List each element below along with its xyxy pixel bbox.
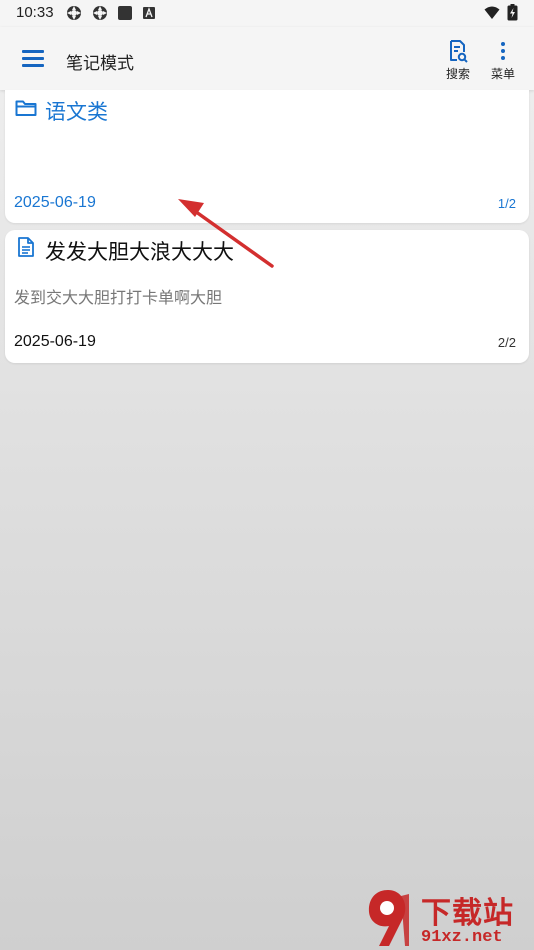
more-vert-icon [501,42,505,60]
card-excerpt: 发到交大大胆打打卡单啊大胆 [14,290,223,307]
card-page-indicator: 2/2 [497,335,516,350]
watermark-url: 91xz.net [421,928,503,947]
a-badge-icon [143,7,155,19]
search-button[interactable]: 搜索 [438,39,478,82]
sync-icon [93,6,107,20]
watermark: 下载站 91xz.net [363,888,534,950]
card-date: 2025-06-19 [14,333,96,350]
app-bar: 笔记模式 搜索 菜单 [0,27,534,90]
card-date: 2025-06-19 [14,194,96,211]
overflow-menu-button[interactable]: 菜单 [483,39,523,82]
hamburger-menu-icon[interactable] [22,50,44,68]
sync-icon [67,6,81,20]
battery-charging-icon [507,4,518,21]
card-title: 语文类 [45,101,108,124]
document-icon [18,237,34,257]
watermark-logo-icon [368,890,409,946]
card-title: 发发大胆大浪大大大 [45,241,234,264]
note-card-folder[interactable]: 语文类 2025-06-19 1/2 [5,90,529,223]
watermark-title: 下载站 [421,897,514,930]
wifi-icon [484,6,500,19]
folder-icon [15,100,37,116]
square-app-icon [118,6,132,20]
card-page-indicator: 1/2 [497,196,516,211]
status-bar: 10:33 [0,0,534,27]
status-time: 10:33 [16,4,54,21]
search-label: 搜索 [445,67,470,81]
page-title: 笔记模式 [66,54,134,73]
note-card-document[interactable]: 发发大胆大浪大大大 发到交大大胆打打卡单啊大胆 2025-06-19 2/2 [5,230,529,363]
note-search-icon [450,40,468,63]
menu-label: 菜单 [490,67,515,81]
